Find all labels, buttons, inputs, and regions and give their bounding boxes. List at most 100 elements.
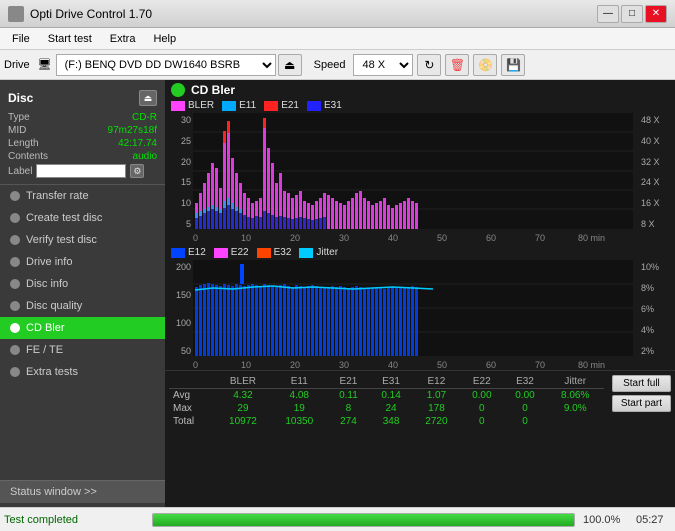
col-header-jitter: Jitter [547,375,604,389]
eject-button[interactable]: ⏏ [278,54,302,76]
disc-length-label: Length [8,138,39,149]
svg-text:30: 30 [339,360,349,370]
chart-title-icon [171,83,185,97]
col-header-e32: E32 [503,375,546,389]
legend-e12: E12 [171,247,206,258]
nav-dot-drive-info [10,257,20,267]
disc-mid-value: 97m27s18f [108,125,157,136]
svg-text:20: 20 [290,360,300,370]
total-e12: 2720 [413,415,461,428]
menu-help[interactable]: Help [145,31,184,47]
chart1-wrap: 30 25 20 15 10 5 [165,113,675,243]
max-e31: 24 [369,402,412,415]
start-part-button[interactable]: Start part [612,395,671,412]
chart-title-bar: CD Bler [165,80,675,100]
nav-dot-verify-test-disc [10,235,20,245]
legend-box-jitter [299,248,313,258]
max-e21: 8 [327,402,369,415]
erase-button[interactable]: 🗑 [445,54,469,76]
sidebar-item-fe-te[interactable]: FE / TE [0,339,165,361]
chart-legend-top: BLER E11 E21 E31 [165,100,675,113]
disc-contents-label: Contents [8,151,48,162]
rip-button[interactable]: 📀 [473,54,497,76]
svg-text:10: 10 [241,360,251,370]
sidebar-item-transfer-rate[interactable]: Transfer rate [0,185,165,207]
col-header-bler: BLER [215,375,271,389]
start-buttons: Start full Start part [608,373,675,430]
sidebar-item-disc-info[interactable]: Disc info [0,273,165,295]
svg-text:60: 60 [486,233,496,243]
avg-jitter: 8.06% [547,389,604,403]
disc-label-icon[interactable]: ⚙ [130,164,144,178]
maximize-button[interactable]: □ [621,5,643,23]
minimize-button[interactable]: — [597,5,619,23]
disc-panel: Disc ⏏ Type CD-R MID 97m27s18f Length 42… [0,84,165,185]
table-row-total: Total 10972 10350 274 348 2720 0 0 [169,415,604,428]
sidebar-item-drive-info[interactable]: Drive info [0,251,165,273]
sidebar-label-fe-te: FE / TE [26,344,63,356]
legend-e22: E22 [214,247,249,258]
sidebar-label-transfer-rate: Transfer rate [26,190,89,202]
menu-extra[interactable]: Extra [102,31,144,47]
main-content: Disc ⏏ Type CD-R MID 97m27s18f Length 42… [0,80,675,507]
refresh-button[interactable]: ↻ [417,54,441,76]
menu-start-test[interactable]: Start test [40,31,100,47]
max-e11: 19 [271,402,327,415]
sidebar-item-disc-quality[interactable]: Disc quality [0,295,165,317]
max-e32: 0 [503,402,546,415]
speed-select[interactable]: 48 X [353,54,413,76]
legend-e21: E21 [264,100,299,111]
legend-label-e32: E32 [274,247,292,258]
sidebar-label-extra-tests: Extra tests [26,366,78,378]
save-button[interactable]: 💾 [501,54,525,76]
start-full-button[interactable]: Start full [612,375,671,392]
disc-type-value: CD-R [132,112,157,123]
sidebar-item-verify-test-disc[interactable]: Verify test disc [0,229,165,251]
svg-text:80 min: 80 min [578,233,605,243]
menu-file[interactable]: File [4,31,38,47]
speed-label: Speed [314,59,346,71]
col-header-e12: E12 [413,375,461,389]
row-label-avg: Avg [169,389,215,403]
max-jitter: 9.0% [547,402,604,415]
sidebar-item-cd-bler[interactable]: CD Bler [0,317,165,339]
legend-label-e22: E22 [231,247,249,258]
total-e21: 274 [327,415,369,428]
svg-text:10: 10 [241,233,251,243]
col-header-e22: E22 [460,375,503,389]
sidebar-nav: Transfer rate Create test disc Verify te… [0,185,165,480]
drive-select[interactable]: (F:) BENQ DVD DD DW1640 BSRB [56,54,276,76]
chart-title: CD Bler [191,83,235,97]
disc-mid-label: MID [8,125,26,136]
total-jitter [547,415,604,428]
table-row-max: Max 29 19 8 24 178 0 0 9.0% [169,402,604,415]
sidebar-item-extra-tests[interactable]: Extra tests [0,361,165,383]
sidebar-label-cd-bler: CD Bler [26,322,65,334]
svg-text:70: 70 [535,233,545,243]
title-bar: Opti Drive Control 1.70 — □ ✕ [0,0,675,28]
svg-text:40: 40 [388,360,398,370]
chart2-y-axis-left: 200 150 100 50 [165,260,193,370]
chart1-y-axis-left: 30 25 20 15 10 5 [165,113,193,243]
chart-area: CD Bler BLER E11 E21 E31 30 [165,80,675,507]
menu-bar: File Start test Extra Help [0,28,675,50]
sidebar-item-create-test-disc[interactable]: Create test disc [0,207,165,229]
disc-label-input[interactable] [36,164,126,178]
disc-eject-btn[interactable]: ⏏ [139,90,157,106]
nav-dot-fe-te [10,345,20,355]
close-button[interactable]: ✕ [645,5,667,23]
legend-box-e21 [264,101,278,111]
legend-box-e22 [214,248,228,258]
avg-e31: 0.14 [369,389,412,403]
legend-label-e11: E11 [239,100,256,111]
progress-bar [152,513,575,527]
legend-jitter: Jitter [299,247,338,258]
nav-dot-disc-quality [10,301,20,311]
svg-text:20: 20 [290,233,300,243]
legend-e11: E11 [222,100,256,111]
chart2-svg: 0 10 20 30 40 50 60 70 80 min [193,260,639,370]
status-window-button[interactable]: Status window >> [0,480,165,503]
legend-label-e21: E21 [281,100,299,111]
max-e22: 0 [460,402,503,415]
progress-fill [153,514,574,526]
